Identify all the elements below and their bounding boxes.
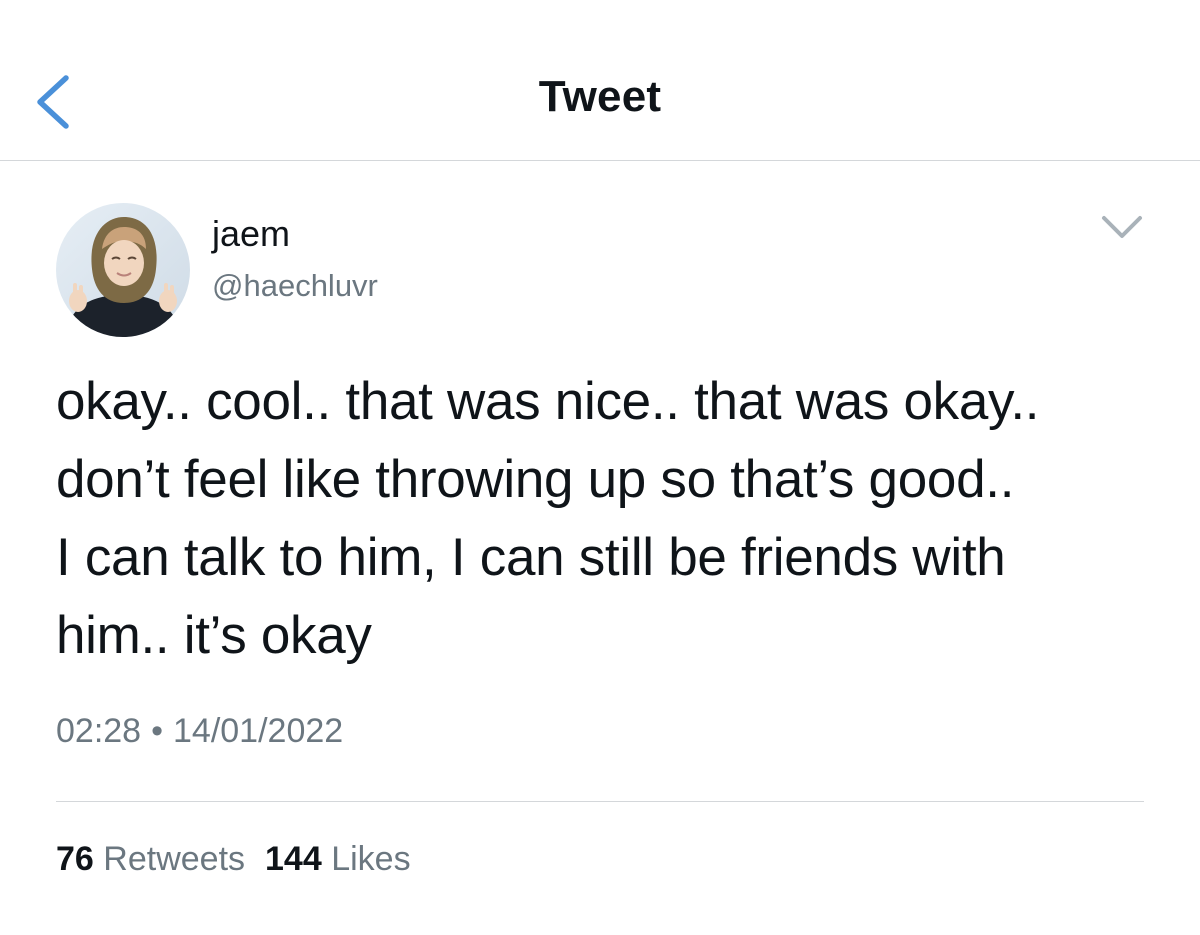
likes-stat[interactable]: 144 Likes [265,840,411,878]
tweet-stats: 76 Retweets 144 Likes [56,840,411,879]
more-options-button[interactable] [1100,212,1144,242]
tweet-text-line: him.. it’s okay [56,606,372,665]
tweet-text: okay.. cool.. that was nice.. that was o… [56,363,1166,675]
tweet-text-line: I can talk to him, I can still be friend… [56,528,1006,587]
top-navigation-bar: Tweet [0,0,1200,161]
timestamp-separator: • [151,712,163,750]
tweet-date: 14/01/2022 [173,712,344,750]
page-title: Tweet [538,72,662,121]
display-name[interactable]: jaem [212,213,290,255]
retweets-count: 76 [56,840,94,878]
tweet-time: 02:28 [56,712,142,750]
chevron-down-icon [1102,216,1142,238]
avatar[interactable] [56,203,190,337]
likes-label: Likes [331,840,411,878]
user-handle[interactable]: @haechluvr [212,268,378,304]
likes-count: 144 [265,840,322,878]
tweet-text-line: don’t feel like throwing up so that’s go… [56,450,1015,509]
tweet-text-line: okay.. cool.. that was nice.. that was o… [56,372,1040,431]
profile-photo [56,203,190,337]
tweet-timestamp: 02:28 • 14/01/2022 [56,712,343,751]
divider [56,801,1144,802]
retweets-stat[interactable]: 76 Retweets [56,840,245,878]
retweets-label: Retweets [103,840,246,878]
